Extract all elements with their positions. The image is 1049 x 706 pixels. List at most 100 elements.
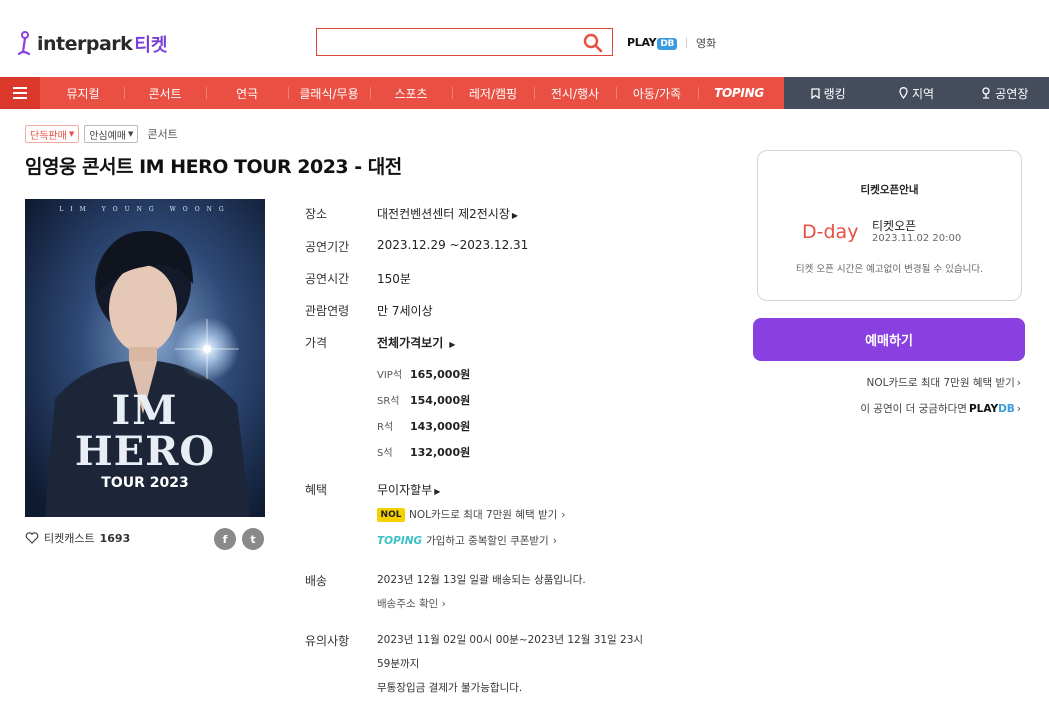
playdb-small-logo: PLAYDB xyxy=(969,403,1015,415)
period-value: 2023.12.29 ~2023.12.31 xyxy=(377,238,529,252)
nav-item-sports[interactable]: 스포츠 xyxy=(370,77,452,109)
nav-item-concert[interactable]: 콘서트 xyxy=(124,77,206,109)
notice-line: 2023년 11월 02일 00시 00분~2023년 12월 31일 23시 xyxy=(377,634,644,646)
period-label: 공연기간 xyxy=(305,240,350,254)
playdb-link[interactable]: PLAY DB xyxy=(627,36,678,50)
safe-booking-label: 안심예매 xyxy=(89,130,127,142)
playdb-side-prefix: 이 공연이 더 궁금하다면 xyxy=(860,403,967,415)
nol-card-side-link[interactable]: NOL카드로 최대 7만원 혜택 받기 › xyxy=(867,375,1021,390)
twitter-icon: t xyxy=(250,532,256,546)
delivery-address-label: 배송주소 확인 xyxy=(377,598,439,610)
bookmark-icon xyxy=(810,87,820,99)
search-icon[interactable] xyxy=(582,32,604,54)
hamburger-icon xyxy=(13,87,27,99)
delivery-address-link[interactable]: 배송주소 확인 › xyxy=(377,596,446,611)
price-row: VIP석 165,000원 xyxy=(377,366,470,382)
installment-link[interactable]: 무이자할부 ▶ xyxy=(377,481,440,498)
heart-icon xyxy=(25,532,39,544)
facebook-icon: f xyxy=(222,532,228,546)
delivery-value: 2023년 12월 13일 일괄 배송되는 상품입니다. xyxy=(377,574,586,586)
triangle-right-icon: ▶ xyxy=(511,211,519,220)
all-prices-label: 전체가격보기 xyxy=(377,336,444,350)
nav-region[interactable]: 지역 xyxy=(872,77,960,109)
ticket-cast-row[interactable]: 티켓캐스트 1693 xyxy=(25,530,130,546)
nav-item-leisure[interactable]: 레저/캠핑 xyxy=(452,77,534,109)
movie-link[interactable]: 영화 xyxy=(696,35,716,51)
price-row: SR석 154,000원 xyxy=(377,392,470,408)
toping-benefit-text: 가입하고 중복할인 쿠폰받기 xyxy=(426,535,549,547)
nav-item-toping[interactable]: TOPING xyxy=(698,77,780,109)
venue-label: 장소 xyxy=(305,207,328,221)
nav-ranking[interactable]: 랭킹 xyxy=(784,77,872,109)
price-grade: VIP석 xyxy=(377,370,403,381)
venue-pin-icon xyxy=(982,87,990,99)
price-amount: 143,000원 xyxy=(410,420,471,433)
venue-link[interactable]: 대전컨벤션센터 제2전시장 ▶ xyxy=(377,205,518,222)
price-grade: R석 xyxy=(377,422,394,433)
caret-down-icon: ▼ xyxy=(68,130,75,138)
nol-benefit-text: NOL카드로 최대 7만원 혜택 받기 xyxy=(409,509,558,521)
chevron-right-icon: › xyxy=(1016,376,1021,389)
nav-venue[interactable]: 공연장 xyxy=(961,77,1049,109)
ticket-open-title: 티켓오픈안내 xyxy=(860,184,919,196)
nav-item-kids[interactable]: 아동/가족 xyxy=(616,77,698,109)
triangle-right-icon: ▶ xyxy=(449,340,456,349)
facebook-share-button[interactable]: f xyxy=(214,528,236,550)
poster-line3: TOUR 2023 xyxy=(101,475,188,491)
ticket-open-box: 티켓오픈안내 D-day 티켓오픈 2023.11.02 20:00 티켓 오픈… xyxy=(757,150,1022,301)
poster-top-text: LIM YOUNG WOONG xyxy=(59,206,230,213)
twitter-share-button[interactable]: t xyxy=(242,528,264,550)
nav-item-theater[interactable]: 연극 xyxy=(206,77,288,109)
category-nav: 뮤지컬 콘서트 연극 클래식/무용 스포츠 레저/캠핑 전시/행사 아동/가족 … xyxy=(0,77,1049,109)
nol-card-benefit[interactable]: NOL NOL카드로 최대 7만원 혜택 받기 › xyxy=(377,507,565,522)
notice-label: 유의사항 xyxy=(305,634,350,648)
triangle-right-icon: ▶ xyxy=(434,487,441,496)
notice-line: 59분까지 xyxy=(377,658,420,670)
playdb-small-play: PLAY xyxy=(968,402,999,415)
exclusive-sale-tag[interactable]: 단독판매 ▼ xyxy=(25,125,80,143)
toping-benefit[interactable]: TOPING 가입하고 중복할인 쿠폰받기 › xyxy=(377,533,557,548)
nav-item-classic[interactable]: 클래식/무용 xyxy=(288,77,370,109)
nav-item-musical[interactable]: 뮤지컬 xyxy=(42,77,124,109)
ticket-open-date: 2023.11.02 20:00 xyxy=(872,233,962,244)
chevron-right-icon: › xyxy=(561,508,566,521)
site-header: interpark 티켓 PLAY DB 영화 xyxy=(0,0,1049,77)
interpark-ticket-logo[interactable]: interpark 티켓 xyxy=(14,28,167,60)
venue-value: 대전컨벤션센터 제2전시장 xyxy=(377,207,510,221)
product-tags: 단독판매 ▼ 안심예매 ▼ 콘서트 xyxy=(25,125,178,143)
price-label: 가격 xyxy=(305,336,328,350)
nav-right: 랭킹 지역 공연장 xyxy=(784,77,1049,109)
safe-booking-tag[interactable]: 안심예매 ▼ xyxy=(84,125,139,143)
menu-button[interactable] xyxy=(0,77,40,109)
duration-value: 150분 xyxy=(377,272,411,286)
location-pin-icon xyxy=(899,87,908,99)
search-input[interactable] xyxy=(323,32,573,52)
delivery-label: 배송 xyxy=(305,574,328,588)
price-grade: SR석 xyxy=(377,396,400,407)
age-value: 만 7세이상 xyxy=(377,304,433,318)
playdb-label: PLAY xyxy=(627,36,657,49)
playdb-side-link[interactable]: 이 공연이 더 궁금하다면 PLAYDB › xyxy=(860,401,1021,416)
price-amount: 132,000원 xyxy=(410,446,471,459)
toping-logo-icon: TOPING xyxy=(377,534,423,547)
notice-line: 무통장입금 결제가 불가능합니다. xyxy=(377,682,523,694)
nav-item-exhibition[interactable]: 전시/행사 xyxy=(534,77,616,109)
ticket-open-note: 티켓 오픈 시간은 예고없이 변경될 수 있습니다. xyxy=(795,264,984,275)
book-button[interactable]: 예매하기 xyxy=(753,318,1025,361)
header-links: PLAY DB 영화 xyxy=(627,35,716,51)
poster-line2: HERO xyxy=(75,428,215,475)
benefit-label: 혜택 xyxy=(305,483,328,497)
caret-down-icon: ▼ xyxy=(128,130,134,138)
nol-logo-icon: NOL xyxy=(377,507,405,522)
search-box xyxy=(316,28,613,56)
duration-label: 공연시간 xyxy=(305,272,350,286)
installment-value: 무이자할부 xyxy=(377,483,433,497)
logo-text: interpark xyxy=(37,33,133,55)
ticket-cast-label: 티켓캐스트 xyxy=(44,532,95,545)
ticket-open-label: 티켓오픈 xyxy=(872,219,917,233)
all-prices-link[interactable]: 전체가격보기 ▶ xyxy=(377,334,455,351)
playdb-small-db: DB xyxy=(998,402,1015,415)
ticket-cast-count: 1693 xyxy=(99,531,131,545)
price-amount: 154,000원 xyxy=(410,394,471,407)
age-label: 관람연령 xyxy=(305,304,350,318)
